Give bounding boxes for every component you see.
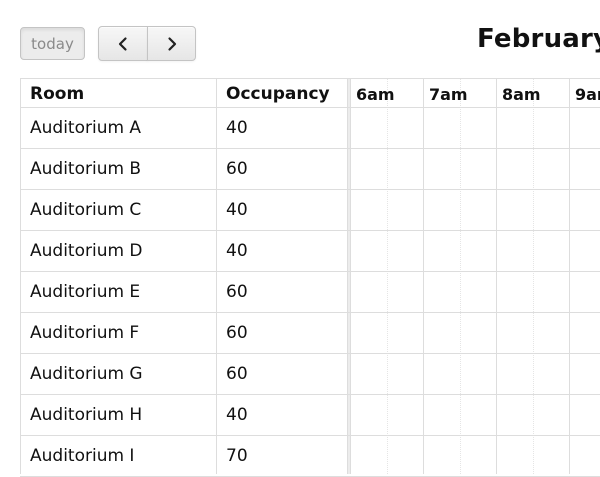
room-name-cell: Auditorium G	[30, 364, 143, 384]
occupancy-cell: 70	[226, 446, 248, 466]
table-row: Auditorium H 40	[20, 395, 600, 436]
resource-rows: Auditorium A 40 Auditorium B 60 Auditori…	[20, 108, 600, 477]
occupancy-cell: 40	[226, 241, 248, 261]
room-name-cell: Auditorium A	[30, 118, 142, 138]
next-button[interactable]	[147, 26, 196, 61]
occupancy-cell: 60	[226, 364, 248, 384]
table-row: Auditorium A 40	[20, 108, 600, 149]
header-row: Room Occupancy 6am 7am 8am 9am	[20, 78, 600, 108]
table-row: Auditorium B 60	[20, 149, 600, 190]
room-name-cell: Auditorium H	[30, 405, 143, 425]
prev-button[interactable]	[98, 26, 148, 61]
resource-timeline-grid: Room Occupancy 6am 7am 8am 9am Auditoriu…	[20, 78, 600, 477]
table-row: Auditorium C 40	[20, 190, 600, 231]
time-slot-header: 6am	[356, 85, 395, 104]
occupancy-cell: 40	[226, 405, 248, 425]
calendar-toolbar: today February	[0, 0, 600, 78]
room-name-cell: Auditorium F	[30, 323, 140, 343]
room-name-cell: Auditorium C	[30, 200, 142, 220]
occupancy-cell: 60	[226, 323, 248, 343]
room-column-header[interactable]: Room	[20, 79, 216, 108]
occupancy-cell: 40	[226, 118, 248, 138]
time-slot-header: 9am	[575, 85, 600, 104]
occupancy-cell: 60	[226, 282, 248, 302]
calendar-title: February	[477, 24, 600, 54]
room-name-cell: Auditorium E	[30, 282, 141, 302]
time-slot-header: 8am	[502, 85, 541, 104]
table-row: Auditorium D 40	[20, 231, 600, 272]
chevron-right-icon	[167, 36, 176, 51]
room-name-cell: Auditorium I	[30, 446, 135, 466]
table-row: Auditorium G 60	[20, 354, 600, 395]
time-slot-header: 7am	[429, 85, 468, 104]
occupancy-cell: 40	[226, 200, 248, 220]
table-row: Auditorium F 60	[20, 313, 600, 354]
occupancy-column-header[interactable]: Occupancy	[216, 79, 347, 108]
navigation-button-group	[98, 26, 196, 61]
table-row: Auditorium E 60	[20, 272, 600, 313]
table-row: Auditorium I 70	[20, 436, 600, 477]
chevron-left-icon	[118, 36, 127, 51]
today-button[interactable]: today	[20, 27, 85, 60]
occupancy-cell: 60	[226, 159, 248, 179]
room-name-cell: Auditorium B	[30, 159, 142, 179]
room-name-cell: Auditorium D	[30, 241, 143, 261]
